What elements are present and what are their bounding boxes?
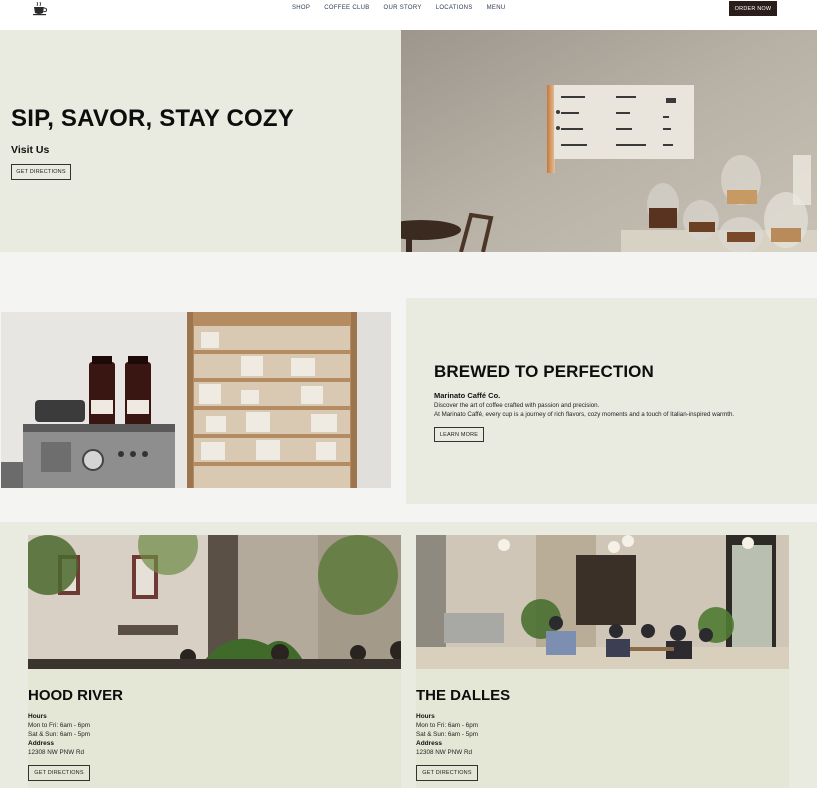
brewed-description-line2: At Marinato Caffé, every cup is a journe… — [434, 411, 735, 418]
coffee-cup-icon[interactable] — [31, 1, 49, 17]
address-text: 12308 NW PNW Rd — [416, 749, 472, 756]
hood-river-image — [28, 535, 401, 669]
the-dalles-get-directions-button[interactable]: GET DIRECTIONS — [416, 765, 478, 781]
location-name: HOOD RIVER — [28, 687, 124, 704]
the-dalles-image — [416, 535, 789, 669]
brewed-panel: BREWED TO PERFECTION Marinato Caffé Co. … — [406, 298, 817, 504]
address-label: Address — [28, 740, 55, 747]
nav-link-shop[interactable]: SHOP — [292, 5, 310, 11]
hero-section: SIP, SAVOR, STAY COZY Visit Us GET DIREC… — [0, 30, 817, 252]
hours-weekend: Sat & Sun: 6am - 5pm — [28, 731, 90, 738]
hours-weekday: Mon to Fri: 6am - 6pm — [416, 722, 478, 729]
company-name: Marinato Caffé Co. — [434, 391, 501, 400]
hero-cafe-image — [401, 30, 817, 252]
nav-link-our-story[interactable]: OUR STORY — [384, 5, 422, 11]
nav-link-coffee-club[interactable]: COFFEE CLUB — [324, 5, 369, 11]
brewed-title: BREWED TO PERFECTION — [434, 362, 654, 381]
top-nav: SHOP COFFEE CLUB OUR STORY LOCATIONS MEN… — [0, 0, 817, 30]
brewed-description-line1: Discover the art of coffee crafted with … — [434, 402, 600, 409]
nav-link-menu[interactable]: MENU — [487, 5, 506, 11]
address-text: 12308 NW PNW Rd — [28, 749, 84, 756]
hours-label: Hours — [416, 713, 435, 720]
location-card-the-dalles: THE DALLES Hours Mon to Fri: 6am - 6pm S… — [416, 535, 789, 788]
nav-links: SHOP COFFEE CLUB OUR STORY LOCATIONS MEN… — [292, 5, 520, 11]
espresso-machine-image — [1, 312, 391, 488]
locations-section: HOOD RIVER Hours Mon to Fri: 6am - 6pm S… — [0, 522, 817, 788]
brewed-section: BREWED TO PERFECTION Marinato Caffé Co. … — [0, 276, 817, 516]
location-card-hood-river: HOOD RIVER Hours Mon to Fri: 6am - 6pm S… — [28, 535, 401, 788]
hero-title: SIP, SAVOR, STAY COZY — [11, 105, 294, 132]
hero-subtitle: Visit Us — [11, 144, 50, 156]
hood-river-get-directions-button[interactable]: GET DIRECTIONS — [28, 765, 90, 781]
nav-link-locations[interactable]: LOCATIONS — [436, 5, 473, 11]
hero-get-directions-button[interactable]: GET DIRECTIONS — [11, 164, 71, 180]
hours-label: Hours — [28, 713, 47, 720]
location-name: THE DALLES — [416, 687, 511, 704]
address-label: Address — [416, 740, 443, 747]
learn-more-button[interactable]: LEARN MORE — [434, 427, 484, 442]
hours-weekday: Mon to Fri: 6am - 6pm — [28, 722, 90, 729]
hours-weekend: Sat & Sun: 6am - 5pm — [416, 731, 478, 738]
order-now-button[interactable]: ORDER NOW — [729, 1, 777, 16]
